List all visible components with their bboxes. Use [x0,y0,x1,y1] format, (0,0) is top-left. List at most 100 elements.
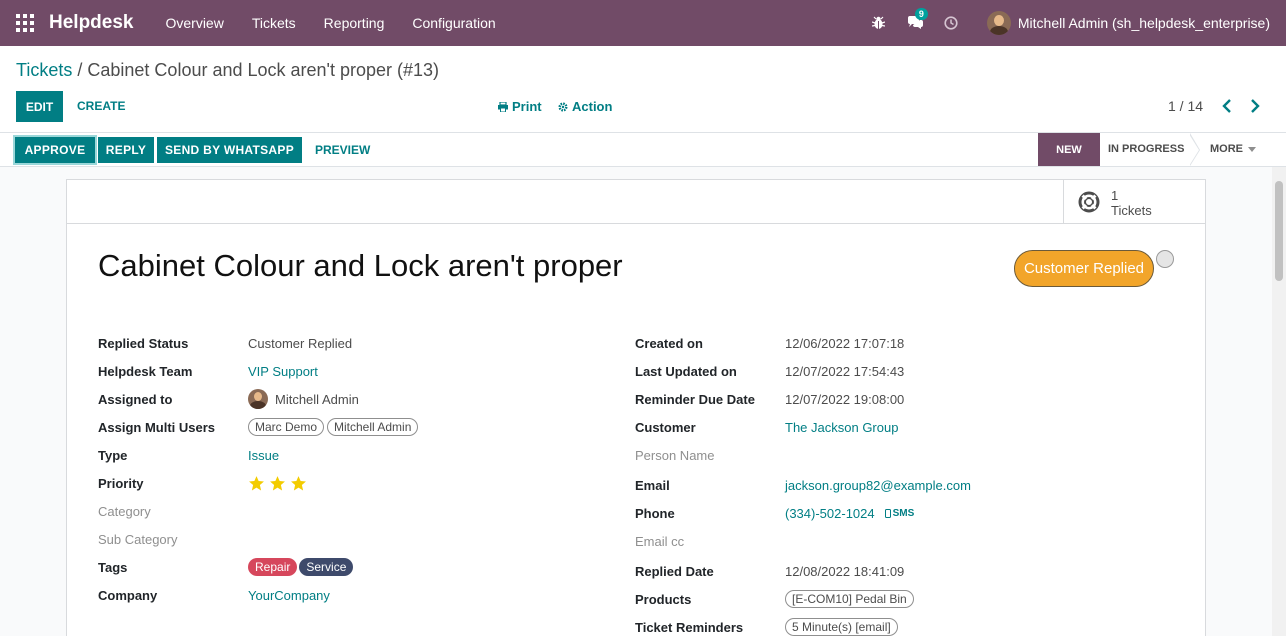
status-bar: APPROVE REPLY SEND BY WHATSAPP PREVIEW N… [0,132,1286,167]
label-phone: Phone [635,505,675,521]
value-company[interactable]: YourCompany [248,588,330,603]
breadcrumb-current: Cabinet Colour and Lock aren't proper (#… [87,60,440,80]
menu-overview[interactable]: Overview [165,15,223,31]
field-priority: Priority [98,473,307,493]
field-person-name: Person Name [635,445,785,465]
value-phone[interactable]: (334)-502-1024 [785,506,875,521]
field-reminder-due-date: Reminder Due Date 12/07/2022 19:08:00 [635,389,904,409]
star-icon[interactable] [269,475,286,492]
user-tag[interactable]: Mitchell Admin [327,418,419,436]
field-category: Category [98,501,248,521]
ticket-title[interactable]: Cabinet Colour and Lock aren't proper [98,248,623,284]
clock-icon[interactable] [943,15,959,31]
field-products: Products [E-COM10] Pedal Bin [635,589,917,609]
field-helpdesk-team: Helpdesk Team VIP Support [98,361,318,381]
action-label: Action [572,99,613,114]
label-priority: Priority [98,475,144,491]
sms-label: SMS [892,507,915,519]
menu-reporting[interactable]: Reporting [324,15,385,31]
life-ring-icon [1078,191,1100,213]
action-menu[interactable]: Action [558,99,612,114]
stage-more-dropdown[interactable]: MORE [1210,143,1256,155]
field-last-updated-on: Last Updated on 12/07/2022 17:54:43 [635,361,904,381]
label-ticket-reminders: Ticket Reminders [635,619,744,635]
product-tag[interactable]: [E-COM10] Pedal Bin [785,590,914,608]
field-assign-multi-users: Assign Multi Users Marc Demo Mitchell Ad… [98,417,421,437]
tickets-label: Tickets [1111,203,1152,218]
scrollbar-thumb[interactable] [1275,181,1283,281]
bug-icon[interactable] [871,15,887,31]
breadcrumb-tickets-link[interactable]: Tickets [16,60,72,80]
menu-configuration[interactable]: Configuration [412,15,495,31]
field-company: Company YourCompany [98,585,330,605]
priority-stars[interactable] [248,475,307,492]
reminder-tag[interactable]: 5 Minute(s) [email] [785,618,898,636]
label-sub-category: Sub Category [98,531,178,547]
value-replied-date: 12/08/2022 18:41:09 [785,563,905,579]
value-type[interactable]: Issue [248,448,279,463]
field-replied-date: Replied Date 12/08/2022 18:41:09 [635,561,904,581]
edit-button[interactable]: EDIT [16,91,63,122]
tag-service[interactable]: Service [299,558,354,576]
label-person-name: Person Name [635,447,715,463]
value-email[interactable]: jackson.group82@example.com [785,478,971,493]
label-products: Products [635,591,692,607]
field-email: Email jackson.group82@example.com [635,475,971,495]
approve-button[interactable]: APPROVE [13,135,97,165]
print-icon [498,101,508,112]
field-assigned-to: Assigned to Mitchell Admin [98,389,359,409]
user-avatar[interactable] [986,11,1011,35]
apps-menu-icon[interactable] [16,14,34,32]
field-created-on: Created on 12/06/2022 17:07:18 [635,333,904,353]
label-reminder-due-date: Reminder Due Date [635,391,755,407]
label-assigned-to: Assigned to [98,391,173,407]
label-replied-status: Replied Status [98,335,189,351]
user-tag[interactable]: Marc Demo [248,418,325,436]
reply-button[interactable]: REPLY [98,137,154,163]
value-replied-status: Customer Replied [248,335,353,351]
pager-value[interactable]: 1 / 14 [1168,98,1203,114]
label-last-updated-on: Last Updated on [635,363,737,379]
mobile-icon [884,508,891,518]
value-created-on: 12/06/2022 17:07:18 [785,335,905,351]
form-sheet: 1 Tickets Cabinet Colour and Lock aren't… [66,179,1206,636]
gear-icon [558,102,568,111]
caret-down-icon [1248,146,1256,152]
kanban-state-indicator[interactable] [1156,250,1174,268]
field-email-cc: Email cc [635,531,785,551]
sms-button[interactable]: SMS [884,507,915,519]
preview-button[interactable]: PREVIEW [315,143,370,157]
stage-in-progress[interactable]: IN PROGRESS [1108,143,1184,155]
value-reminder-due-date: 12/07/2022 19:08:00 [785,391,905,407]
label-customer: Customer [635,419,696,435]
breadcrumb: Tickets / Cabinet Colour and Lock aren't… [16,60,439,81]
value-assigned-to[interactable]: Mitchell Admin [275,392,359,407]
star-icon[interactable] [248,475,265,492]
field-ticket-reminders: Ticket Reminders 5 Minute(s) [email] [635,617,901,636]
breadcrumb-separator: / [77,60,83,80]
menu-tickets[interactable]: Tickets [252,15,296,31]
app-brand[interactable]: Helpdesk [49,12,133,34]
label-helpdesk-team: Helpdesk Team [98,363,193,379]
tickets-smart-button[interactable]: 1 Tickets [1063,180,1205,223]
vertical-scrollbar[interactable] [1272,167,1286,636]
print-label: Print [512,99,542,114]
value-customer[interactable]: The Jackson Group [785,420,898,435]
pager-next-icon[interactable] [1250,99,1260,116]
print-menu[interactable]: Print [498,99,542,114]
assignee-avatar [248,389,268,409]
send-by-whatsapp-button[interactable]: SEND BY WHATSAPP [157,137,302,163]
field-tags: Tags Repair Service [98,557,355,577]
field-type: Type Issue [98,445,279,465]
create-button[interactable]: CREATE [77,99,125,113]
chat-icon[interactable]: 9 [907,8,928,31]
value-last-updated-on: 12/07/2022 17:54:43 [785,363,905,379]
chat-count-badge: 9 [914,8,928,20]
star-icon[interactable] [290,475,307,492]
user-menu[interactable]: Mitchell Admin (sh_helpdesk_enterprise) [1018,15,1270,31]
tag-repair[interactable]: Repair [248,558,298,576]
label-created-on: Created on [635,335,703,351]
value-helpdesk-team[interactable]: VIP Support [248,364,318,379]
stage-separator [1189,133,1200,166]
pager-previous-icon[interactable] [1222,99,1232,116]
